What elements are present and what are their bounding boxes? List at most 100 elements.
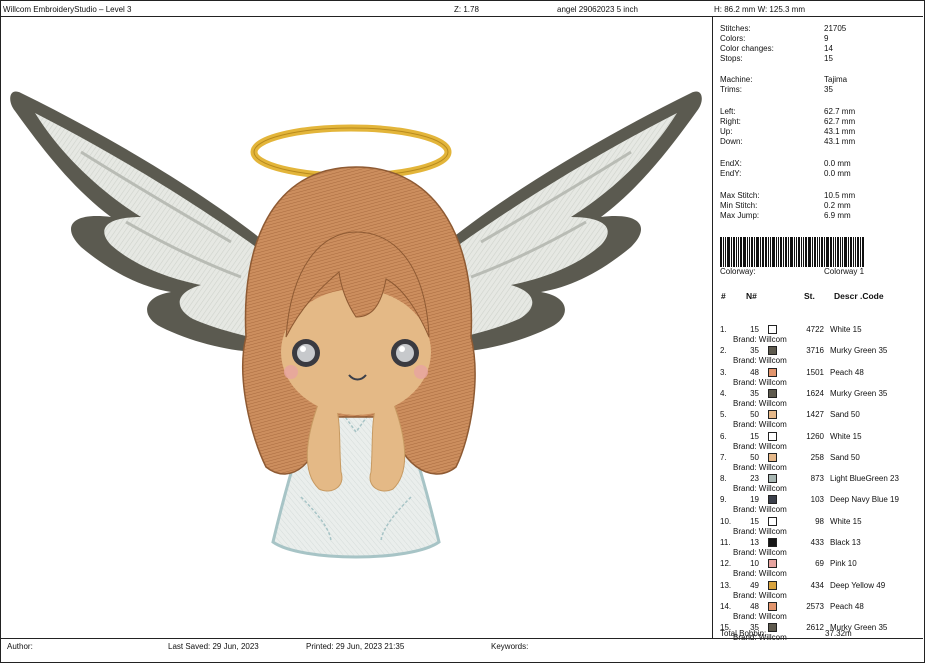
stitch-count: 873 [810, 474, 824, 484]
barcode-bar [833, 237, 834, 267]
total-bobbin-label: Total Bobbin: [720, 629, 767, 638]
barcode-bar [747, 237, 748, 267]
thread-number: 50 [750, 452, 759, 462]
thread-color-swatch [768, 388, 777, 398]
barcode-bar [837, 237, 839, 267]
color-index: 6. [720, 431, 727, 441]
stat-value: 62.7 mm [824, 107, 856, 116]
barcode-bar [830, 237, 832, 267]
thread-number: 13 [750, 538, 759, 547]
barcode-bar [826, 237, 829, 267]
barcode-bar [743, 237, 746, 267]
barcode-bar [762, 237, 764, 267]
barcode-bar [738, 237, 739, 267]
barcode-bar [855, 237, 856, 267]
stitch-count: 69 [815, 559, 824, 569]
thread-color-swatch [768, 410, 777, 420]
barcode-bar [760, 237, 761, 267]
color-row: 2. 35 3716 Murky Green 35 Brand: Willcom [713, 343, 923, 365]
color-row: 13. 49 434 Deep Yellow 49 Brand: Willcom [713, 578, 923, 600]
thread-color-swatch [768, 452, 777, 462]
footer-bar: Author: Last Saved: 29 Jun, 2023 Printed… [0, 638, 923, 662]
stitch-count: 98 [815, 516, 824, 526]
color-row: 14. 48 2573 Peach 48 Brand: Willcom [713, 599, 923, 621]
color-row: 6. 15 1260 White 15 Brand: Willcom [713, 429, 923, 451]
stat-row: Min Stitch: 0.2 mm [720, 201, 920, 211]
barcode-bar [814, 237, 816, 267]
barcode-bar [853, 237, 854, 267]
stitch-count: 2573 [806, 601, 824, 611]
thread-description: White 15 [830, 325, 862, 334]
barcode [720, 237, 907, 267]
barcode-bar [812, 237, 813, 267]
stat-value: 43.1 mm [824, 127, 856, 136]
stat-value: 0.2 mm [824, 201, 851, 210]
color-index: 9. [720, 495, 727, 505]
thread-number: 19 [750, 495, 759, 505]
thread-description: Black 13 [830, 538, 861, 547]
keywords-field: Keywords: [491, 642, 529, 651]
color-row: 1. 15 4722 White 15 Brand: Willcom [713, 322, 923, 344]
printed-date: Printed: 29 Jun, 2023 21:35 [306, 642, 405, 651]
stat-label: Trims: [720, 85, 742, 94]
thread-color-swatch [768, 325, 777, 334]
color-index: 10. [720, 516, 732, 526]
thread-color-swatch [768, 431, 777, 441]
stat-label: EndX: [720, 159, 742, 168]
app-title: Willcom EmbroideryStudio – Level 3 [3, 5, 132, 14]
stat-row: Machine: Tajima [720, 75, 920, 85]
thread-description: White 15 [830, 516, 862, 526]
col-header-number: N# [746, 291, 757, 301]
color-row: 4. 35 1624 Murky Green 35 Brand: Willcom [713, 386, 923, 408]
barcode-bar [736, 237, 737, 267]
stat-label: Stitches: [720, 24, 751, 33]
color-index: 5. [720, 410, 727, 420]
barcode-bar [796, 237, 797, 267]
stat-value: Tajima [824, 75, 848, 84]
barcode-bar [808, 237, 811, 267]
barcode-bar [821, 237, 823, 267]
stat-value: 6.9 mm [824, 211, 851, 220]
barcode-bar [798, 237, 800, 267]
barcode-bar [770, 237, 771, 267]
stitch-count: 258 [810, 452, 824, 462]
stat-label: Left: [720, 107, 736, 116]
thread-number: 48 [750, 601, 759, 611]
stat-row: EndY: 0.0 mm [720, 169, 920, 179]
color-index: 2. [720, 346, 727, 356]
color-index: 12. [720, 559, 732, 569]
stat-row: Up: 43.1 mm [720, 127, 920, 137]
color-index: 1. [720, 325, 727, 334]
thread-description: Murky Green 35 [830, 346, 888, 356]
barcode-bar [778, 237, 779, 267]
stat-row: Colors: 9 [720, 34, 920, 44]
stitch-count: 433 [810, 538, 824, 547]
stitch-count: 4722 [806, 325, 824, 334]
last-saved: Last Saved: 29 Jun, 2023 [168, 642, 259, 651]
header-bar: Willcom EmbroideryStudio – Level 3 Z: 1.… [0, 0, 923, 17]
barcode-bar [780, 237, 782, 267]
barcode-bar [725, 237, 726, 267]
stat-value: 43.1 mm [824, 137, 856, 146]
stitch-count: 103 [810, 495, 824, 505]
barcode-bar [731, 237, 732, 267]
stat-value: 21705 [824, 24, 847, 33]
thread-description: Murky Green 35 [830, 388, 888, 398]
barcode-bar [765, 237, 767, 267]
thread-description: Peach 48 [830, 601, 864, 611]
stat-label: Colors: [720, 34, 746, 43]
angel-embroidery-image [10, 91, 702, 559]
thread-description: White 15 [830, 431, 862, 441]
color-index: 13. [720, 580, 732, 590]
thread-color-swatch [768, 346, 777, 356]
thread-color-swatch [768, 516, 777, 526]
stat-label: Machine: [720, 75, 753, 84]
stat-row: Trims: 35 [720, 85, 920, 95]
thread-description: Sand 50 [830, 410, 860, 420]
stitch-count: 434 [810, 580, 824, 590]
barcode-bar [850, 237, 852, 267]
color-index: 11. [720, 538, 731, 547]
thread-description: Deep Navy Blue 19 [830, 495, 899, 505]
color-row: 5. 50 1427 Sand 50 Brand: Willcom [713, 407, 923, 429]
stat-row: Color changes: 14 [720, 44, 920, 54]
